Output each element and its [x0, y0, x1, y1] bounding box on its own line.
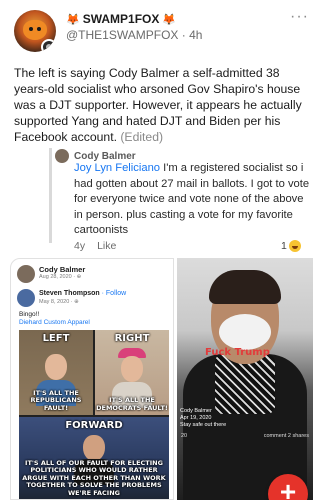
person-figure: [83, 435, 105, 461]
comment-meta: 4y Like: [74, 240, 116, 252]
post-card: 🦊 SWAMP1FOX 🦊 @THE1SWAMPFOX · 4h ··· The…: [0, 0, 323, 500]
meme-left-label: LEFT: [42, 333, 70, 344]
laugh-reaction-icon: [288, 240, 301, 252]
fb-shared-date: May 8, 2020 · ⊕: [39, 299, 79, 305]
profile-avatar[interactable]: [14, 10, 56, 52]
meme-right-caption: IT'S ALL THE DEMOCRATS FAULT!: [96, 396, 168, 412]
person-hair: [209, 270, 281, 304]
meme-forward-label: FORWARD: [65, 420, 123, 431]
fox-emoji-icon: 🦊: [162, 13, 177, 26]
meme-forward-caption: IT'S ALL OF OUR FAULT FOR ELECTING POLIT…: [22, 458, 166, 497]
post-body: The left is saying Cody Balmer a self-ad…: [14, 65, 314, 145]
separator: ·: [181, 28, 186, 42]
fox-face-graphic: [23, 20, 47, 40]
fb-story-date: Apr 19, 2020: [180, 415, 212, 421]
verified-badge-icon: [41, 39, 56, 52]
fb-avatar: [17, 265, 35, 283]
post-age: 4h: [189, 28, 203, 42]
attached-image-right[interactable]: Fuck Trump Cody Balmer Apr 19, 2020 Stay…: [177, 258, 313, 500]
more-options-icon[interactable]: ···: [290, 8, 309, 26]
meme-bottom-panel: FORWARD IT'S ALL OF OUR FAULT FOR ELECTI…: [19, 417, 169, 499]
overlay-text: Fuck Trump: [205, 347, 270, 358]
reaction-count: 1: [281, 240, 287, 252]
person-figure: [45, 354, 67, 380]
fb-shared-avatar: [17, 289, 35, 307]
fox-eye: [37, 27, 41, 31]
display-name-row[interactable]: 🦊 SWAMP1FOX 🦊: [66, 12, 176, 26]
fb-author: Cody Balmer: [39, 265, 86, 274]
fb-post-link: Diehard Custom Apparel: [19, 319, 90, 326]
meme-image: LEFT IT'S ALL THE REPUBLICANS FAULT! RIG…: [19, 330, 169, 499]
meme-right-panel: RIGHT IT'S ALL THE DEMOCRATS FAULT!: [95, 330, 169, 415]
user-handle[interactable]: @THE1SWAMPFOX: [66, 28, 178, 42]
fb-story-info: Cody Balmer Apr 19, 2020 Stay safe out t…: [180, 408, 226, 429]
comment-reactions: 1: [281, 240, 301, 252]
fb-date: Aug 28, 2020 · ⊕: [39, 274, 82, 280]
handle-row: @THE1SWAMPFOX · 4h: [66, 28, 202, 42]
fb-shared-author-row: Steven Thompson · Follow: [39, 290, 126, 297]
fb-story-author: Cody Balmer: [180, 408, 212, 414]
fb-follow: · Follow: [99, 290, 127, 297]
meme-left-panel: LEFT IT'S ALL THE REPUBLICANS FAULT!: [19, 330, 93, 415]
edited-label: (Edited): [120, 130, 164, 144]
display-name[interactable]: SWAMP1FOX: [83, 12, 160, 26]
face-mask: [219, 314, 271, 350]
fox-emoji-icon: 🦊: [66, 13, 80, 26]
fb-post-text: Bingo!!: [19, 311, 40, 318]
comment-text: Joy Lyn Feliciano I'm a registered socia…: [74, 161, 310, 239]
comment-thread-line: [49, 148, 52, 243]
fb-story-caption: Stay safe out there: [180, 422, 227, 428]
person-figure: [121, 356, 143, 382]
comment-mention: Joy Lyn Feliciano: [74, 162, 161, 174]
fb-story-reactions: 20: [181, 433, 188, 439]
fb-story-stats: 20 comment 2 shares: [177, 433, 313, 441]
comment-avatar: [55, 149, 69, 163]
meme-left-caption: IT'S ALL THE REPUBLICANS FAULT!: [30, 388, 82, 412]
meme-right-label: RIGHT: [114, 333, 150, 344]
attached-image-left[interactable]: Cody Balmer Aug 28, 2020 · ⊕ Steven Thom…: [10, 258, 174, 500]
fb-shared-author: Steven Thompson: [39, 290, 100, 297]
fox-eye: [29, 27, 33, 31]
comment-age: 4y: [74, 240, 86, 252]
fb-story-comments: comment 2 shares: [263, 433, 309, 439]
comment-like-link: Like: [97, 240, 117, 252]
